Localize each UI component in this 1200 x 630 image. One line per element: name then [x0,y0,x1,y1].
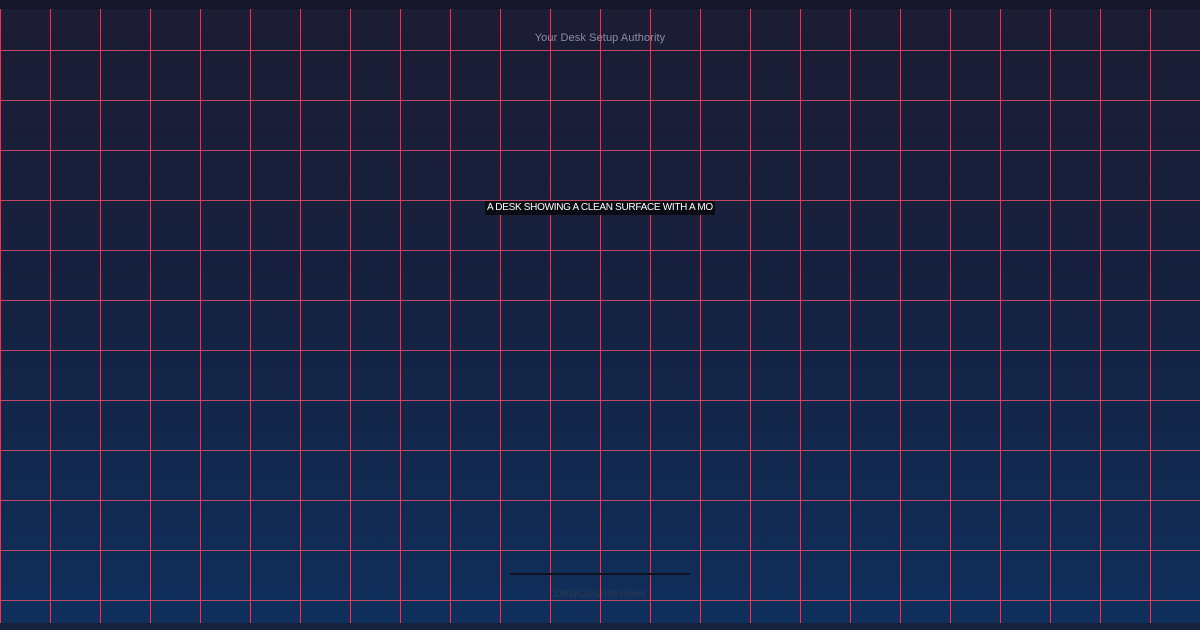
top-edge-bar [0,0,1200,9]
bottom-edge-bar [0,623,1200,630]
footer-divider [510,573,690,575]
site-brand-name: DeskGearReviews [554,588,646,600]
social-card: Your Desk Setup Authority A DESK SHOWING… [0,0,1200,630]
background-grid [0,9,1200,623]
card-canvas [0,9,1200,623]
site-tagline: Your Desk Setup Authority [534,32,666,44]
image-alt-caption: A DESK SHOWING A CLEAN SURFACE WITH A MO [485,201,715,215]
